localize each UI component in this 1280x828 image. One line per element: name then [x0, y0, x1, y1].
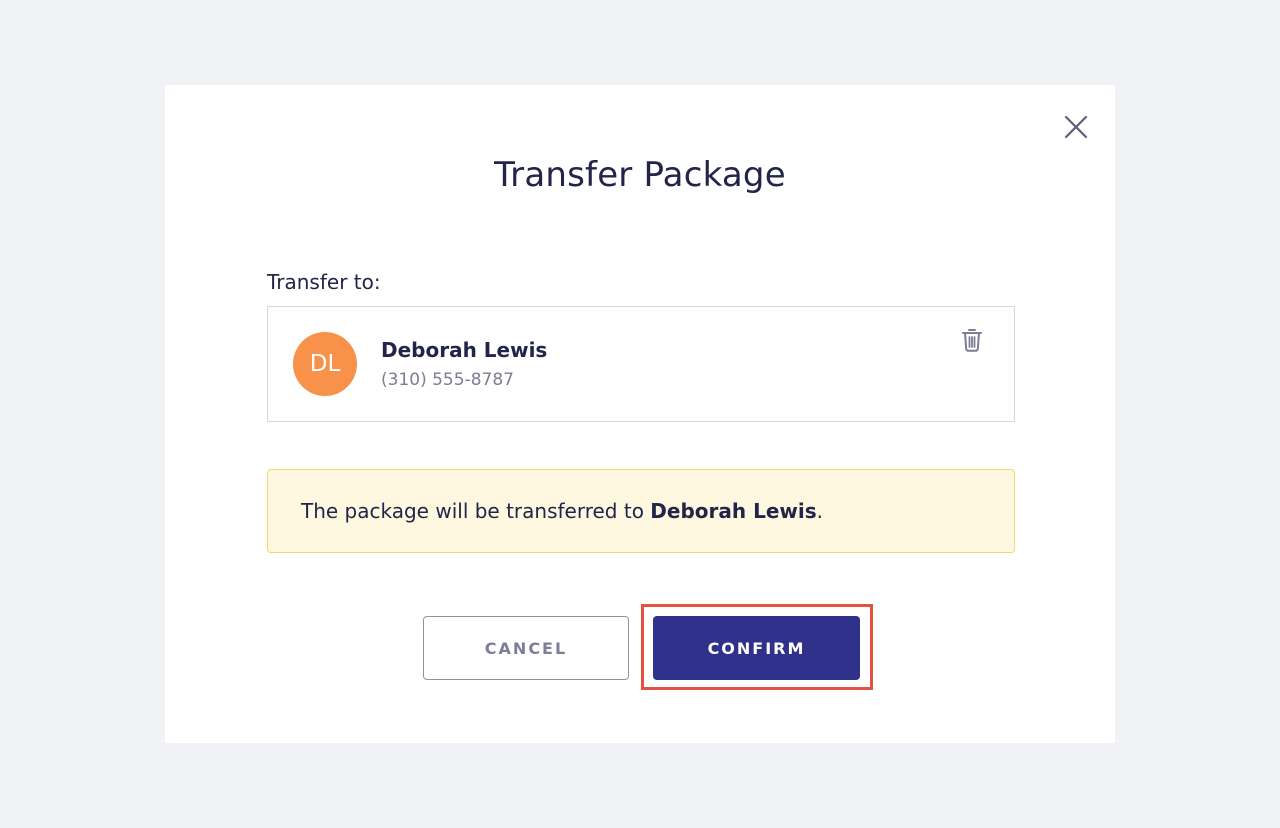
recipient-name: Deborah Lewis	[381, 338, 548, 362]
cancel-button[interactable]: CANCEL	[423, 616, 629, 680]
notice-suffix: .	[816, 499, 823, 523]
modal-title: Transfer Package	[494, 155, 786, 195]
recipient-card: DL Deborah Lewis (310) 555-8787	[267, 306, 1015, 422]
remove-recipient-button[interactable]	[960, 327, 984, 353]
notice-prefix: The package will be transferred to	[301, 499, 651, 523]
notice-recipient-name: Deborah Lewis	[650, 499, 817, 523]
transfer-to-label: Transfer to:	[267, 270, 381, 294]
trash-icon	[962, 329, 982, 352]
close-icon	[1064, 115, 1088, 139]
notice-text: The package will be transferred to Debor…	[301, 499, 823, 523]
close-button[interactable]	[1063, 114, 1089, 140]
transfer-package-modal: Transfer Package Transfer to: DL Deborah…	[165, 85, 1115, 743]
avatar: DL	[293, 332, 357, 396]
transfer-notice: The package will be transferred to Debor…	[267, 469, 1015, 553]
recipient-phone: (310) 555-8787	[381, 370, 514, 390]
confirm-button[interactable]: CONFIRM	[653, 616, 860, 680]
